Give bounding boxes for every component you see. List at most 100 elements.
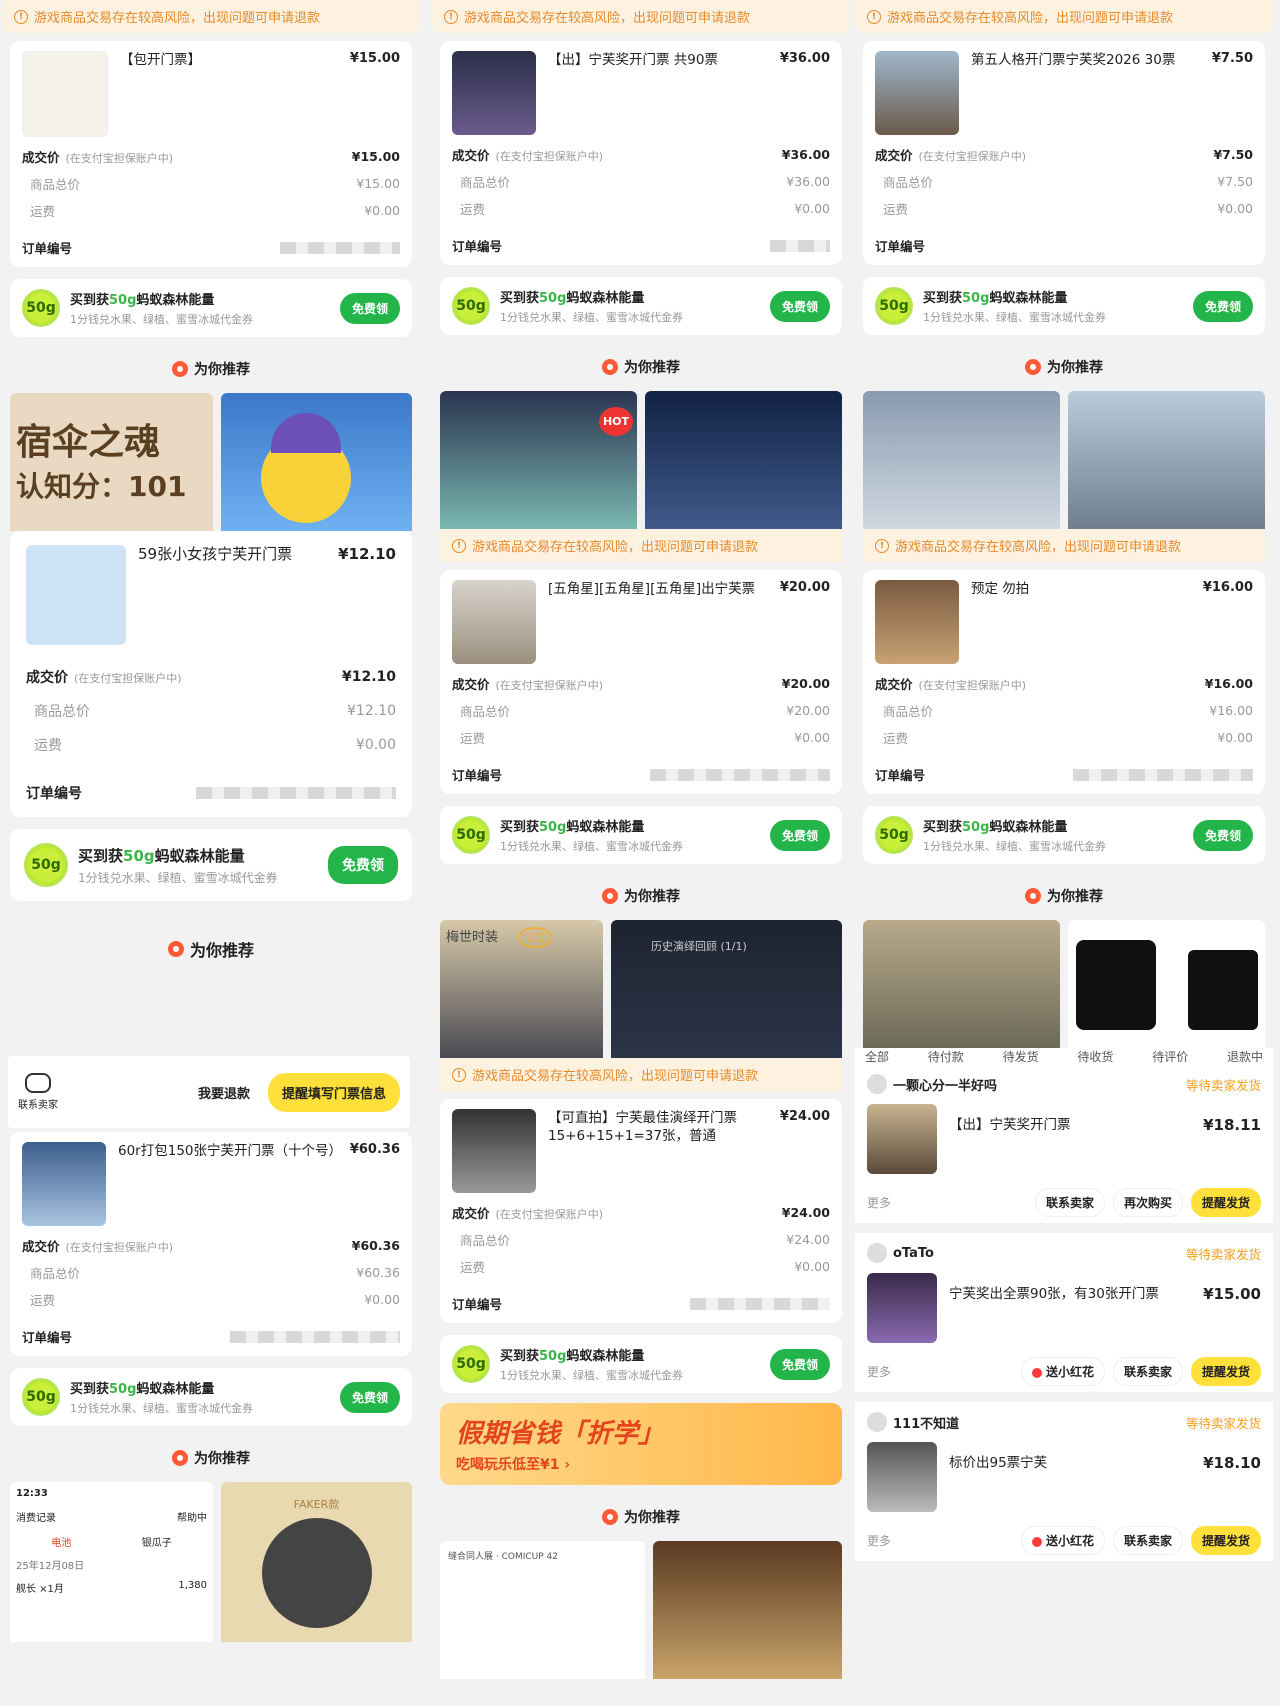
recommend-image[interactable]: 缝合同人展 · COMICUP 42 — [440, 1541, 645, 1679]
forest-energy-promo[interactable]: 50g 买到获50g蚂蚁森林能量 1分钱兑水果、绿植、蜜雪冰城代金券 免费领 — [440, 1335, 842, 1393]
forest-energy-promo[interactable]: 50g 买到获50g蚂蚁森林能量 1分钱兑水果、绿植、蜜雪冰城代金券 免费领 — [10, 1368, 412, 1426]
remind-ship-button[interactable]: 提醒发货 — [1190, 1188, 1261, 1217]
send-flower-button[interactable]: 送小红花 — [1020, 1526, 1105, 1555]
product-thumbnail[interactable] — [452, 580, 536, 664]
remind-ship-button[interactable]: 提醒发货 — [1190, 1357, 1261, 1386]
product-thumbnail[interactable] — [22, 51, 108, 137]
seller-order-card[interactable]: oTaTo 等待卖家发货 宁芙奖出全票90张，有30张开门票 ¥15.00 更多 送小… — [855, 1233, 1273, 1392]
recommend-image[interactable] — [645, 391, 842, 529]
order-no-label[interactable]: 订单编号 — [22, 1327, 72, 1346]
contact-seller-button[interactable]: 联系卖家 — [18, 1073, 58, 1111]
order-no-label[interactable]: 订单编号 — [875, 765, 925, 784]
product-title[interactable]: [五角星][五角星][五角星]出宁芙票 — [548, 580, 768, 664]
order-card[interactable]: 预定 勿拍 ¥16.00 成交价 (在支付宝担保账户中) ¥16.00 商品总价 ¥1… — [863, 570, 1265, 794]
forest-energy-promo[interactable]: 50g 买到获50g蚂蚁森林能量 1分钱兑水果、绿植、蜜雪冰城代金券 免费领 — [440, 277, 842, 335]
free-claim-button[interactable]: 免费领 — [1192, 290, 1253, 322]
free-claim-button[interactable]: 免费领 — [328, 846, 398, 884]
tab-pending-shipment[interactable]: 待发货 — [1003, 1048, 1039, 1064]
product-title[interactable]: 【出】宁芙奖开门票 — [949, 1104, 1191, 1134]
order-no-label[interactable]: 订单编号 — [26, 783, 82, 803]
recommend-image[interactable]: 历史演绎回顾 (1/1) — [611, 920, 842, 1058]
product-title[interactable]: 宁芙奖出全票90张，有30张开门票 — [949, 1273, 1191, 1303]
forest-energy-promo[interactable]: 50g 买到获50g蚂蚁森林能量 1分钱兑水果、绿植、蜜雪冰城代金券 免费领 — [10, 829, 412, 901]
product-thumbnail[interactable] — [875, 580, 959, 664]
forest-energy-promo[interactable]: 50g 买到获50g蚂蚁森林能量 1分钱兑水果、绿植、蜜雪冰城代金券 免费领 — [863, 806, 1265, 864]
product-title[interactable]: 60r打包150张宁芙开门票（十个号） — [118, 1142, 342, 1226]
more-button[interactable]: 更多 — [867, 1194, 891, 1211]
recommend-images: 宿伞之魂 认知分：101 — [2, 393, 420, 531]
product-price: ¥7.50 — [1211, 51, 1253, 66]
info-icon: ! — [14, 9, 28, 24]
product-thumbnail[interactable] — [26, 545, 126, 645]
recommend-image[interactable]: 12:33 消费记录 帮助中 电池 银瓜子 25年12月08日 舰长 ×1月 1,38… — [10, 1482, 213, 1642]
order-card[interactable]: 59张小女孩宁芙开门票 ¥12.10 成交价 (在支付宝担保账户中) ¥12.10 … — [10, 531, 412, 817]
free-claim-button[interactable]: 免费领 — [339, 292, 400, 324]
product-thumbnail[interactable] — [875, 51, 959, 135]
product-title[interactable]: 第五人格开门票宁芙奖2026 30票 — [971, 51, 1200, 135]
order-card[interactable]: [五角星][五角星][五角星]出宁芙票 ¥20.00 成交价 (在支付宝担保账户中… — [440, 570, 842, 794]
product-title[interactable]: 【出】宁芙奖开门票 共90票 — [548, 51, 768, 135]
contact-seller-button[interactable]: 联系卖家 — [1112, 1526, 1183, 1555]
product-thumbnail[interactable] — [22, 1142, 106, 1226]
product-thumbnail[interactable] — [452, 51, 536, 135]
contact-seller-button[interactable]: 联系卖家 — [1034, 1188, 1105, 1217]
free-claim-button[interactable]: 免费领 — [769, 819, 830, 851]
recommend-image[interactable] — [653, 1541, 842, 1679]
redacted-order-no — [230, 1330, 400, 1343]
product-thumbnail[interactable] — [867, 1273, 937, 1343]
order-card[interactable]: 【出】宁芙奖开门票 共90票 ¥36.00 成交价 (在支付宝担保账户中) ¥36.… — [440, 41, 842, 265]
product-title[interactable]: 【可直拍】宁芙最佳演绎开门票 15+6+15+1=37张，普通 — [548, 1109, 768, 1193]
recommend-image[interactable] — [1068, 920, 1265, 1048]
order-status-tabs: 全部 待付款 待发货 待收货 待评价 退款中 — [855, 1048, 1273, 1064]
recommend-image[interactable]: FAKER款 — [221, 1482, 412, 1642]
forest-energy-promo[interactable]: 50g 买到获50g蚂蚁森林能量 1分钱兑水果、绿植、蜜雪冰城代金券 免费领 — [10, 279, 412, 337]
product-thumbnail[interactable] — [452, 1109, 536, 1193]
tab-refunding[interactable]: 退款中 — [1227, 1048, 1263, 1064]
more-button[interactable]: 更多 — [867, 1532, 891, 1549]
forest-energy-promo[interactable]: 50g 买到获50g蚂蚁森林能量 1分钱兑水果、绿植、蜜雪冰城代金券 免费领 — [440, 806, 842, 864]
product-title[interactable]: 预定 勿拍 — [971, 580, 1191, 664]
recommend-images — [855, 920, 1273, 1048]
free-claim-button[interactable]: 免费领 — [769, 1348, 830, 1380]
order-card[interactable]: 第五人格开门票宁芙奖2026 30票 ¥7.50 成交价 (在支付宝担保账户中) ¥… — [863, 41, 1265, 265]
tab-pending-payment[interactable]: 待付款 — [928, 1048, 964, 1064]
product-title[interactable]: 59张小女孩宁芙开门票 — [138, 545, 326, 645]
product-title[interactable]: 标价出95票宁芙 — [949, 1442, 1191, 1472]
forest-energy-promo[interactable]: 50g 买到获50g蚂蚁森林能量 1分钱兑水果、绿植、蜜雪冰城代金券 免费领 — [863, 277, 1265, 335]
product-title[interactable]: 【包开门票】 — [120, 51, 338, 137]
send-flower-button[interactable]: 送小红花 — [1020, 1357, 1105, 1386]
free-claim-button[interactable]: 免费领 — [769, 290, 830, 322]
tab-pending-review[interactable]: 待评价 — [1152, 1048, 1188, 1064]
seller-order-card[interactable]: 111不知道 等待卖家发货 标价出95票宁芙 ¥18.10 更多 送小红花 联系卖家 提醒… — [855, 1402, 1273, 1561]
recommend-image[interactable]: HOT — [440, 391, 637, 529]
recommend-image[interactable] — [863, 920, 1060, 1048]
tab-all[interactable]: 全部 — [865, 1048, 889, 1064]
order-no-label[interactable]: 订单编号 — [452, 765, 502, 784]
product-thumbnail[interactable] — [867, 1442, 937, 1512]
contact-seller-button[interactable]: 联系卖家 — [1112, 1357, 1183, 1386]
recommend-image[interactable]: 梅世时装 限定 — [440, 920, 603, 1058]
promo-banner[interactable]: 假期省钱「折学」 吃喝玩乐低至¥1 › — [440, 1403, 842, 1485]
order-card[interactable]: 【包开门票】 ¥15.00 成交价 (在支付宝担保账户中) ¥15.00 商品总价 ¥… — [10, 41, 412, 267]
remind-ship-button[interactable]: 提醒发货 — [1190, 1526, 1261, 1555]
recommend-image[interactable]: 宿伞之魂 认知分：101 — [10, 393, 213, 531]
refund-button[interactable]: 我要退款 — [186, 1075, 262, 1110]
remind-ticket-info-button[interactable]: 提醒填写门票信息 — [267, 1072, 400, 1112]
recommend-image[interactable] — [1068, 391, 1265, 529]
product-price: ¥15.00 — [1203, 1285, 1261, 1303]
product-thumbnail[interactable] — [867, 1104, 937, 1174]
buy-again-button[interactable]: 再次购买 — [1112, 1188, 1183, 1217]
more-button[interactable]: 更多 — [867, 1363, 891, 1380]
recommend-image[interactable] — [863, 391, 1060, 529]
order-no-label[interactable]: 订单编号 — [875, 236, 925, 255]
free-claim-button[interactable]: 免费领 — [1192, 819, 1253, 851]
order-card[interactable]: 60r打包150张宁芙开门票（十个号） ¥60.36 成交价 (在支付宝担保账户中… — [10, 1132, 412, 1356]
recommend-image[interactable] — [221, 393, 412, 531]
order-no-label[interactable]: 订单编号 — [452, 1294, 502, 1313]
seller-order-card[interactable]: 一颗心分一半好吗 等待卖家发货 【出】宁芙奖开门票 ¥18.11 更多 联系卖家 再次购… — [855, 1064, 1273, 1223]
order-no-label[interactable]: 订单编号 — [452, 236, 502, 255]
order-card[interactable]: 【可直拍】宁芙最佳演绎开门票 15+6+15+1=37张，普通 ¥24.00 成… — [440, 1099, 842, 1323]
free-claim-button[interactable]: 免费领 — [339, 1381, 400, 1413]
order-no-label[interactable]: 订单编号 — [22, 238, 72, 257]
tab-pending-receipt[interactable]: 待收货 — [1077, 1048, 1113, 1064]
